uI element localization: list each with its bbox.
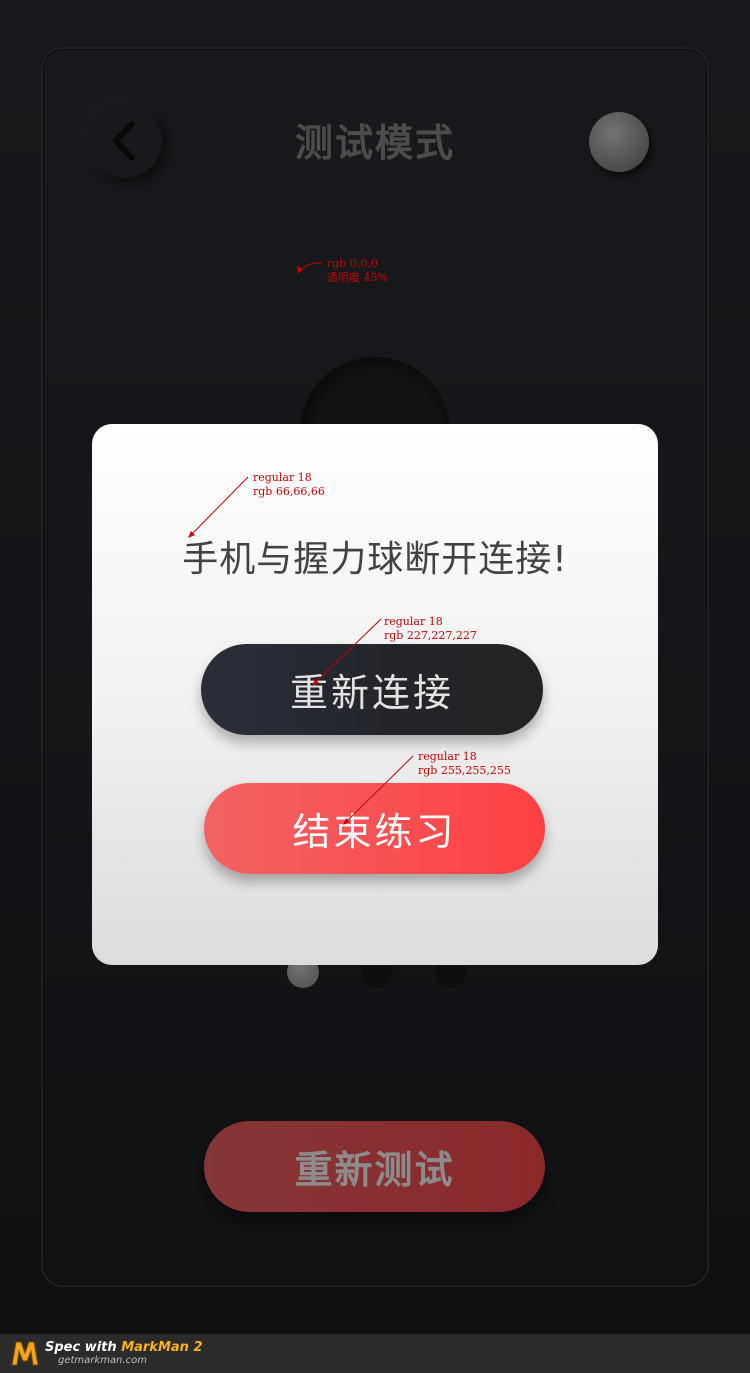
dialog-message: 手机与握力球断开连接! <box>182 539 568 580</box>
markman-logo-icon <box>11 1341 39 1366</box>
markman-spec-label: Spec with MarkMan 2 <box>45 1340 203 1355</box>
reconnect-button[interactable]: 重新连接 <box>201 644 543 735</box>
reconnect-spec-annotation: regular 18 rgb 227,227,227 <box>384 615 477 642</box>
end-spec-annotation: regular 18 rgb 255,255,255 <box>418 750 511 777</box>
end-practice-button[interactable]: 结束练习 <box>204 783 545 874</box>
message-spec-annotation: regular 18 rgb 66,66,66 <box>253 471 325 498</box>
markman-url[interactable]: getmarkman.com <box>58 1355 147 1366</box>
markman-brand: MarkMan 2 <box>121 1340 203 1355</box>
overlay-spec-annotation: rgb 0,0,0 透明度 45% <box>327 257 388 284</box>
